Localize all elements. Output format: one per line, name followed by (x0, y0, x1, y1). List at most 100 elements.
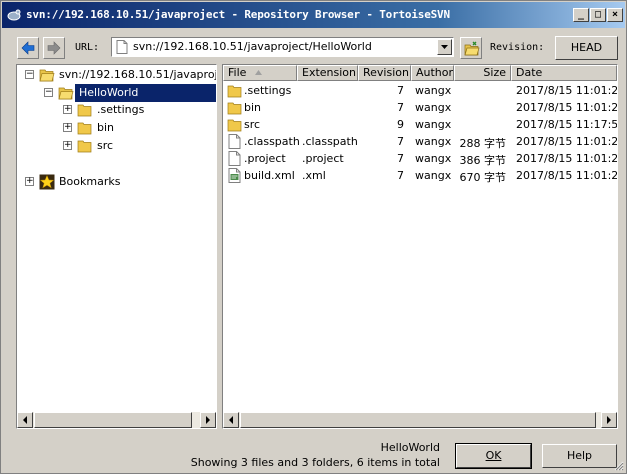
cell-date: 2017/8/15 11:17:59 (516, 118, 618, 131)
folder-icon (77, 122, 92, 135)
list-horizontal-scrollbar[interactable] (223, 412, 617, 428)
status-summary: Showing 3 files and 3 folders, 6 items i… (190, 456, 440, 469)
tree-node-bookmarks[interactable]: + Bookmarks (17, 173, 216, 191)
tree-child-label[interactable]: bin (97, 121, 114, 134)
repository-tree[interactable]: − svn://192.168.10.51/javaproject − Hell… (16, 64, 217, 429)
table-row[interactable]: .settings 7 wangx 2017/8/15 11:01:29 (223, 82, 617, 99)
column-header-label: File (228, 66, 247, 79)
minimize-button[interactable]: _ (573, 8, 589, 22)
cell-revision: 7 (397, 152, 404, 165)
folder-icon (227, 119, 242, 132)
folder-browse-icon (464, 41, 480, 56)
expand-toggle-icon[interactable]: + (25, 177, 34, 186)
window-title: svn://192.168.10.51/javaproject - Reposi… (26, 8, 450, 21)
url-label: URL: (75, 42, 100, 53)
expand-toggle-icon[interactable]: + (63, 141, 72, 150)
expand-toggle-icon[interactable]: + (63, 105, 72, 114)
collapse-toggle-icon[interactable]: − (44, 88, 53, 97)
tree-node-bin[interactable]: + bin (17, 119, 216, 137)
folder-open-icon (58, 87, 74, 100)
file-list-header: File Extension Revision Author Size Date (223, 65, 617, 81)
cell-revision: 9 (397, 118, 404, 131)
folder-icon (77, 140, 92, 153)
url-dropdown-button[interactable] (437, 39, 452, 55)
ok-button-label: OK (485, 449, 502, 462)
scroll-left-button[interactable] (17, 412, 33, 428)
cell-size: 670 字节 (459, 171, 507, 184)
column-header-date[interactable]: Date (511, 65, 617, 81)
folder-icon (77, 104, 92, 117)
cell-author: wangx (415, 152, 452, 165)
maximize-button[interactable]: □ (590, 8, 606, 22)
chevron-right-icon (206, 416, 210, 424)
repository-browser-window: svn://192.168.10.51/javaproject - Reposi… (0, 0, 627, 474)
forward-button[interactable] (43, 37, 65, 59)
cell-file: bin (244, 101, 262, 114)
tree-child-label[interactable]: src (97, 139, 113, 152)
scroll-thumb[interactable] (34, 412, 192, 428)
title-bar[interactable]: svn://192.168.10.51/javaproject - Reposi… (2, 2, 625, 28)
xml-file-icon (228, 168, 241, 183)
column-header-file[interactable]: File (223, 65, 297, 81)
tree-node-src[interactable]: + src (17, 137, 216, 155)
revision-label: Revision: (490, 42, 545, 53)
tree-horizontal-scrollbar[interactable] (17, 412, 216, 428)
tree-node-helloworld[interactable]: − HelloWorld (17, 84, 216, 102)
scroll-left-button[interactable] (223, 412, 239, 428)
tree-selected-label[interactable]: HelloWorld (77, 86, 141, 99)
tree-node-settings[interactable]: + .settings (17, 101, 216, 119)
cell-author: wangx (415, 135, 452, 148)
bookmark-star-icon (39, 174, 55, 190)
revision-head-button[interactable]: HEAD (555, 36, 618, 60)
cell-file: .settings (244, 84, 292, 97)
cell-revision: 7 (397, 101, 404, 114)
chevron-left-icon (229, 416, 233, 424)
tree-child-label[interactable]: .settings (97, 103, 144, 116)
column-header-extension[interactable]: Extension (297, 65, 358, 81)
tree-root-label[interactable]: svn://192.168.10.51/javaproject (59, 68, 216, 81)
cell-author: wangx (415, 169, 452, 182)
scroll-thumb[interactable] (240, 412, 596, 428)
chevron-down-icon (441, 45, 448, 49)
column-header-revision[interactable]: Revision (358, 65, 411, 81)
cell-author: wangx (415, 118, 452, 131)
column-header-author[interactable]: Author (411, 65, 454, 81)
cell-extension: .xml (302, 169, 326, 182)
scroll-right-button[interactable] (200, 412, 216, 428)
folder-icon (227, 102, 242, 115)
cell-file: .project (244, 152, 286, 165)
tree-bookmarks-label[interactable]: Bookmarks (59, 175, 120, 188)
table-row[interactable]: .classpath .classpath 7 wangx 288 字节 201… (223, 133, 617, 150)
forward-arrow-icon (47, 41, 61, 55)
cell-author: wangx (415, 101, 452, 114)
tree-node-root[interactable]: − svn://192.168.10.51/javaproject (17, 66, 216, 84)
expand-toggle-icon[interactable]: + (63, 123, 72, 132)
scroll-right-button[interactable] (601, 412, 617, 428)
chevron-right-icon (607, 416, 611, 424)
table-row[interactable]: bin 7 wangx 2017/8/15 11:01:29 (223, 99, 617, 116)
collapse-toggle-icon[interactable]: − (25, 70, 34, 79)
ok-button[interactable]: OK (455, 443, 532, 469)
cell-extension: .classpath (302, 135, 358, 148)
table-row[interactable]: build.xml .xml 7 wangx 670 字节 2017/8/15 … (223, 167, 617, 184)
url-combobox[interactable]: svn://192.168.10.51/javaproject/HelloWor… (111, 37, 454, 57)
table-row[interactable]: .project .project 7 wangx 386 字节 2017/8/… (223, 150, 617, 167)
cell-date: 2017/8/15 11:01:29 (516, 135, 618, 148)
status-current-folder: HelloWorld (380, 441, 440, 454)
file-icon (228, 134, 241, 149)
cell-file: build.xml (244, 169, 295, 182)
file-list[interactable]: File Extension Revision Author Size Date… (222, 64, 618, 429)
browse-revision-button[interactable] (460, 37, 482, 59)
cell-extension: .project (302, 152, 344, 165)
back-button[interactable] (17, 37, 39, 59)
url-value[interactable]: svn://192.168.10.51/javaproject/HelloWor… (133, 40, 372, 53)
tortoisesvn-app-icon (7, 9, 21, 21)
help-button[interactable]: Help (542, 444, 617, 468)
close-button[interactable]: × (607, 8, 623, 22)
cell-date: 2017/8/15 11:01:29 (516, 169, 618, 182)
cell-date: 2017/8/15 11:01:29 (516, 101, 618, 114)
column-header-size[interactable]: Size (454, 65, 511, 81)
file-icon (228, 151, 241, 166)
resize-grip-icon[interactable] (612, 459, 624, 471)
table-row[interactable]: src 9 wangx 2017/8/15 11:17:59 (223, 116, 617, 133)
